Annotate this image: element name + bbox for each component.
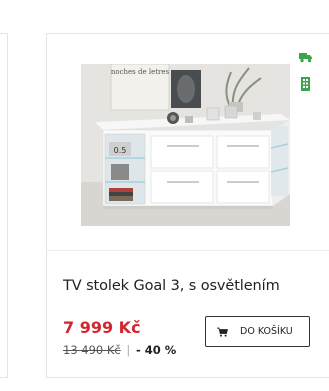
cart-icon <box>217 327 228 337</box>
wall-poster-text: noches de letres <box>111 68 170 76</box>
store-icon <box>301 77 310 91</box>
add-to-cart-label: DO KOŠÍKU <box>240 326 293 337</box>
discount-badge: - 40 % <box>135 343 177 357</box>
product-image[interactable]: noches de letres 0.5 <box>81 64 290 226</box>
card-divider <box>47 250 329 251</box>
add-to-cart-button[interactable]: DO KOŠÍKU <box>205 316 310 347</box>
price-separator: | <box>126 343 131 357</box>
price-old: 13 490 Kč <box>63 343 121 357</box>
availability-icons <box>299 50 313 91</box>
price-old-row: 13 490 Kč | - 40 % <box>63 343 176 357</box>
book-label-text: 0.5 <box>114 146 127 155</box>
price-current: 7 999 Kč <box>63 318 141 337</box>
product-card[interactable]: noches de letres 0.5 TV stolek Goal 3, s… <box>46 33 329 378</box>
product-title[interactable]: TV stolek Goal 3, s osvětlením <box>63 278 329 294</box>
truck-icon <box>299 53 312 63</box>
previous-product-card <box>0 33 8 378</box>
tv-stand-photo: noches de letres 0.5 <box>81 64 290 226</box>
